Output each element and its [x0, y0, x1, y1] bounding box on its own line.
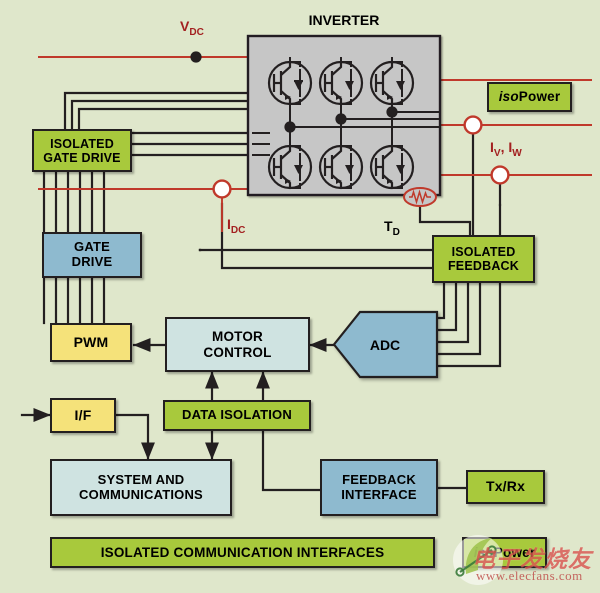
label-td: TD [384, 218, 400, 238]
label-vdc: VDC [180, 18, 204, 38]
isopower-top-iso: iso [498, 89, 519, 105]
iv-sub: V [493, 147, 501, 159]
td-sub: D [392, 226, 400, 238]
data-isolation-label: DATA ISOLATION [182, 407, 292, 423]
isolated-gate-drive-line2: GATE DRIVE [43, 150, 121, 165]
motor-control-line1: MOTOR [212, 329, 263, 345]
isolated-gate-drive-line1: ISOLATED [50, 136, 114, 151]
td-base: T [384, 218, 393, 234]
block-feedback-interface[interactable]: FEEDBACK INTERFACE [320, 459, 438, 516]
gate-drive-line1: GATE [74, 239, 110, 255]
feedback-interface-line2: INTERFACE [341, 486, 417, 502]
block-isolated-gate-drive[interactable]: ISOLATED GATE DRIVE [32, 129, 132, 172]
block-interface[interactable]: I/F [50, 398, 116, 433]
isolated-comm-interfaces-label: ISOLATED COMMUNICATION INTERFACES [100, 544, 385, 560]
block-isopower-bottom[interactable]: isoPower [462, 537, 547, 568]
feedback-interface-line1: FEEDBACK [342, 471, 416, 487]
system-comms-line2: COMMUNICATIONS [79, 486, 203, 502]
block-data-isolation[interactable]: DATA ISOLATION [163, 400, 311, 431]
label-iv-iw: IV, IW [490, 139, 522, 159]
isolated-feedback-line1: ISOLATED [451, 245, 516, 259]
block-pwm[interactable]: PWM [50, 323, 132, 362]
block-isolated-feedback[interactable]: ISOLATED FEEDBACK [432, 235, 535, 283]
diagram-canvas: INVERTER ISOLATED GATE DRIVE GATE DRIVE … [0, 0, 600, 593]
isopower-bottom-label: isoPower [474, 545, 536, 560]
block-system-and-communications[interactable]: SYSTEM AND COMMUNICATIONS [50, 459, 232, 516]
isopower-top-label: isoPower [499, 89, 561, 104]
block-motor-control[interactable]: MOTOR CONTROL [165, 317, 310, 372]
isopower-bottom-power: Power [493, 544, 536, 560]
block-isolated-communication-interfaces[interactable]: ISOLATED COMMUNICATION INTERFACES [50, 537, 435, 568]
block-tx-rx[interactable]: Tx/Rx [466, 470, 545, 504]
temperature-sensor-icon [403, 187, 437, 207]
system-comms-line1: SYSTEM AND [97, 471, 185, 487]
vdc-sub: DC [189, 26, 204, 38]
adc-text: ADC [369, 336, 401, 353]
idc-sub: DC [230, 224, 246, 236]
isopower-bottom-iso: iso [473, 544, 494, 560]
label-idc: IDC [227, 216, 245, 236]
inverter-title: INVERTER [308, 12, 380, 28]
adc-label: ADC [345, 332, 425, 357]
motor-control-line2: CONTROL [203, 344, 272, 360]
tx-rx-label: Tx/Rx [485, 478, 526, 495]
pwm-label: PWM [73, 333, 109, 350]
block-isopower-top[interactable]: isoPower [487, 82, 572, 112]
isopower-top-power: Power [518, 89, 561, 105]
interface-label: I/F [74, 406, 92, 423]
gate-drive-line2: DRIVE [71, 254, 113, 269]
iw-sub: W [512, 147, 522, 159]
block-gate-drive[interactable]: GATE DRIVE [42, 232, 142, 278]
isolated-feedback-line2: FEEDBACK [447, 259, 520, 273]
vdc-base: V [180, 18, 190, 34]
